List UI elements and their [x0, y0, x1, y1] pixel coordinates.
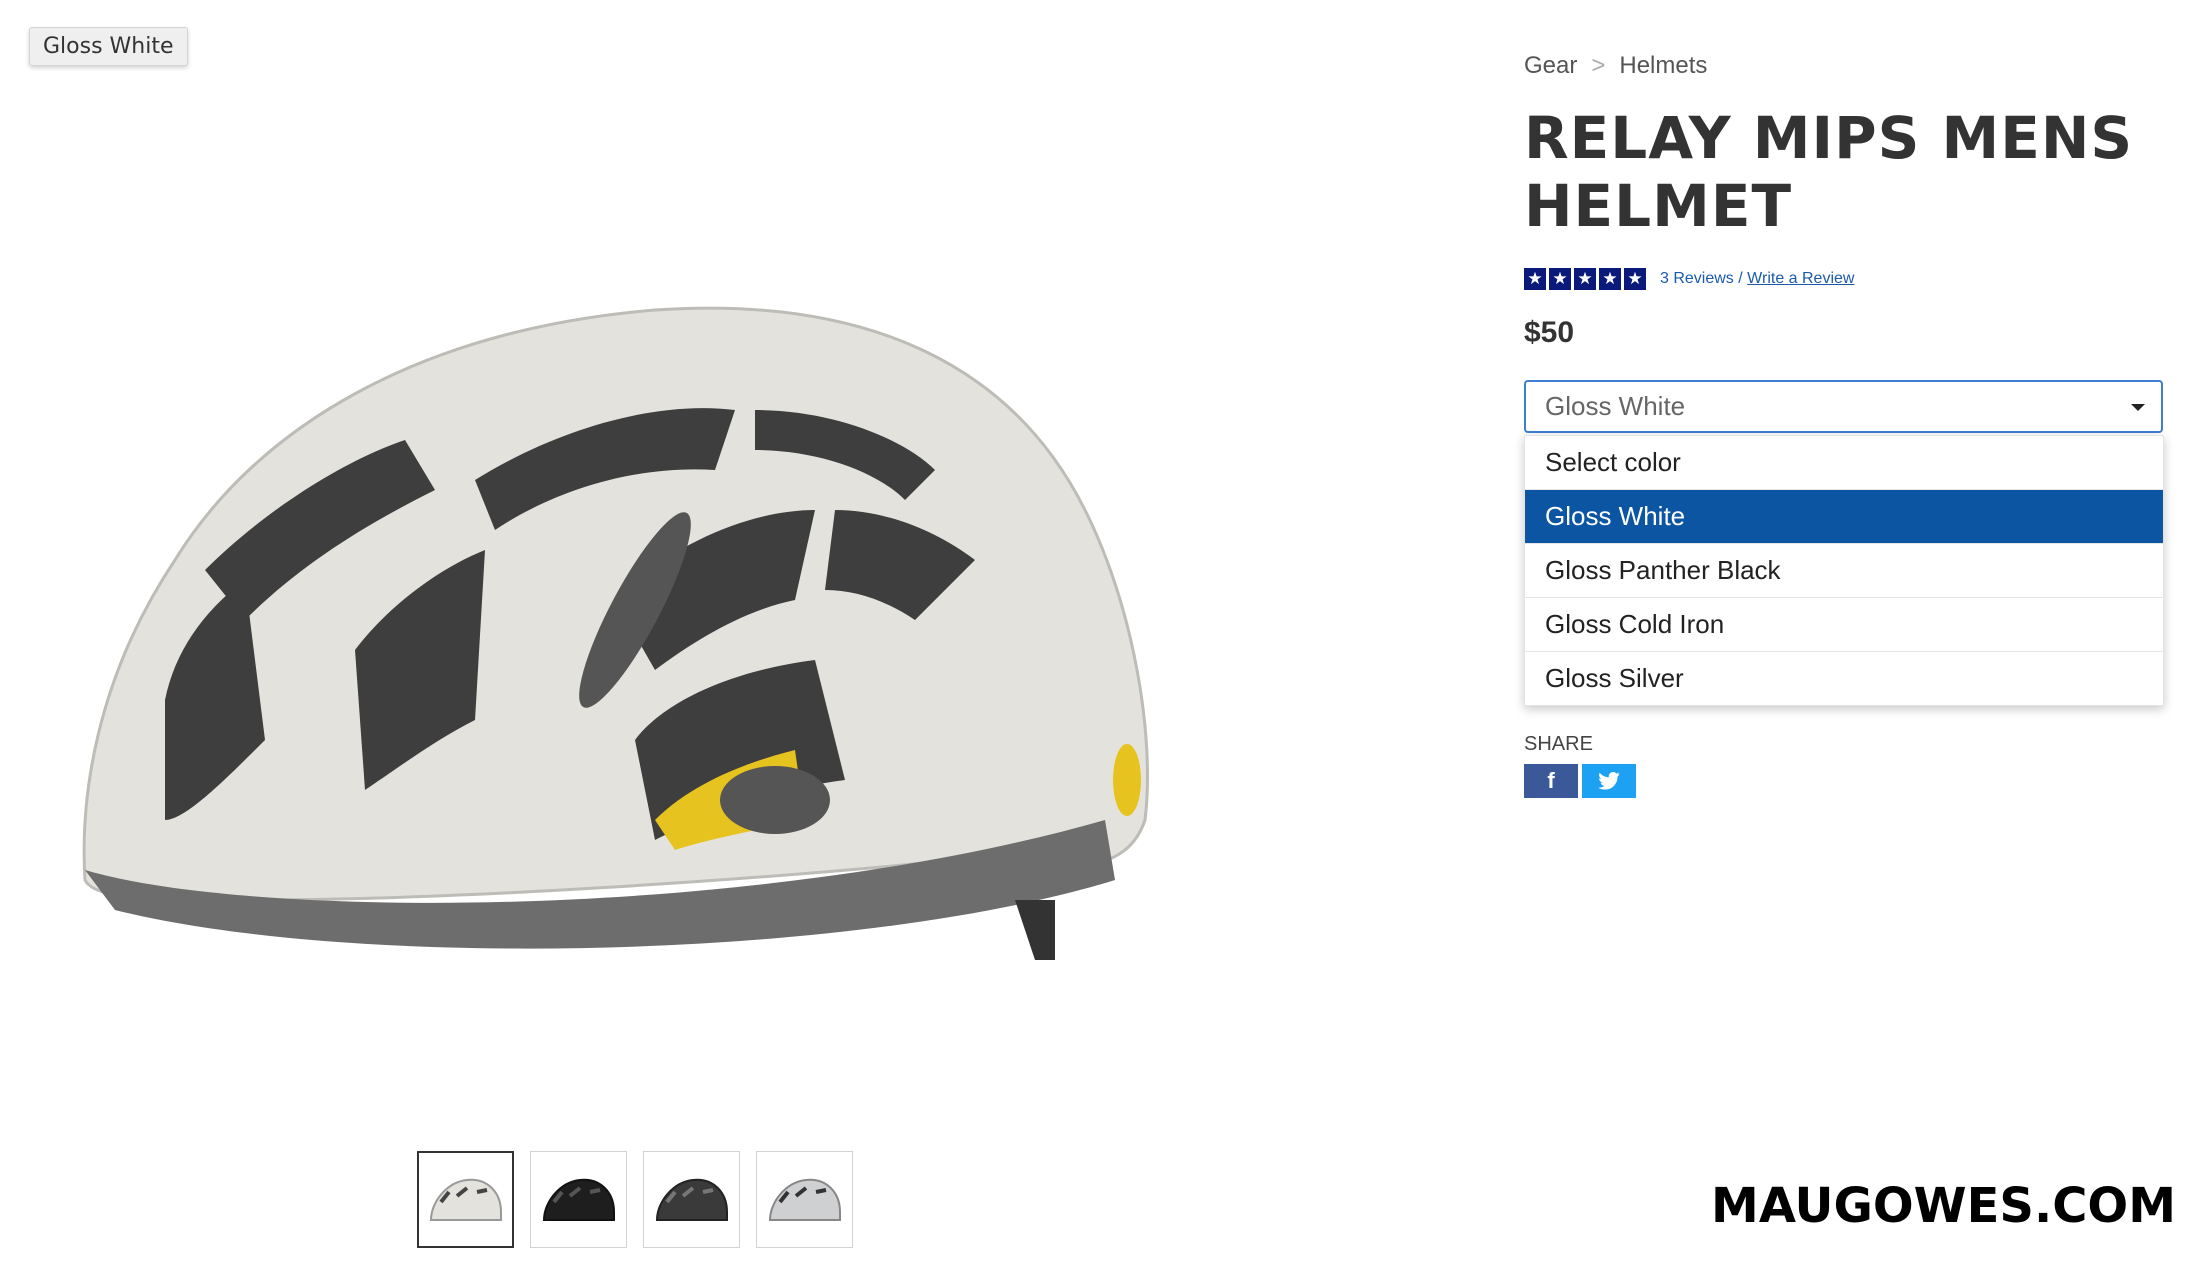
- reviews-separator: /: [1738, 270, 1743, 287]
- watermark: MAUGOWES.COM: [1711, 1178, 2176, 1234]
- color-option-gloss-cold-iron[interactable]: Gloss Cold Iron: [1525, 598, 2163, 652]
- breadcrumb: Gear > Helmets: [1524, 52, 1707, 80]
- star-icon: ★: [1624, 268, 1646, 290]
- breadcrumb-separator: >: [1591, 52, 1606, 79]
- facebook-icon: f: [1547, 768, 1555, 793]
- color-select[interactable]: Gloss White: [1524, 380, 2163, 433]
- color-option-gloss-white[interactable]: Gloss White: [1525, 490, 2163, 544]
- product-image[interactable]: [55, 180, 1215, 960]
- tooltip: Gloss White: [29, 27, 188, 66]
- chevron-down-icon: [2131, 404, 2145, 411]
- write-review-link[interactable]: Write a Review: [1747, 270, 1854, 287]
- helmet-thumb-icon: [655, 1178, 728, 1221]
- star-icon: ★: [1524, 268, 1546, 290]
- color-option-gloss-panther-black[interactable]: Gloss Panther Black: [1525, 544, 2163, 598]
- thumbnail-silver[interactable]: [756, 1151, 853, 1248]
- thumbnail-strip: [417, 1151, 853, 1248]
- helmet-image: [82, 306, 1149, 960]
- thumbnail-black[interactable]: [530, 1151, 627, 1248]
- share-label: SHARE: [1524, 733, 1593, 755]
- product-title: RELAY MIPS MENS HELMET: [1524, 104, 2134, 240]
- thumbnail-cold-iron[interactable]: [643, 1151, 740, 1248]
- color-dropdown: Select color Gloss White Gloss Panther B…: [1524, 435, 2164, 706]
- facebook-share-button[interactable]: f: [1524, 764, 1578, 798]
- star-icon: ★: [1549, 268, 1571, 290]
- twitter-icon: [1598, 772, 1620, 790]
- helmet-thumb-icon: [768, 1178, 841, 1221]
- breadcrumb-gear[interactable]: Gear: [1524, 52, 1577, 80]
- star-icon: ★: [1599, 268, 1621, 290]
- star-icon: ★: [1574, 268, 1596, 290]
- thumbnail-white[interactable]: [417, 1151, 514, 1248]
- helmet-thumb-icon: [429, 1178, 502, 1221]
- share-buttons: f: [1524, 764, 1636, 798]
- twitter-share-button[interactable]: [1582, 764, 1636, 798]
- price: $50: [1524, 316, 1575, 349]
- rating: ★ ★ ★ ★ ★ 3 Reviews / Write a Review: [1524, 268, 1854, 290]
- reviews-count-link[interactable]: 3 Reviews: [1660, 270, 1734, 287]
- helmet-thumb-icon: [542, 1178, 615, 1221]
- reviews-links: 3 Reviews / Write a Review: [1660, 270, 1854, 288]
- color-option-gloss-silver[interactable]: Gloss Silver: [1525, 652, 2163, 705]
- color-select-value: Gloss White: [1545, 391, 1686, 421]
- breadcrumb-helmets[interactable]: Helmets: [1619, 52, 1707, 80]
- color-option-select-color[interactable]: Select color: [1525, 436, 2163, 490]
